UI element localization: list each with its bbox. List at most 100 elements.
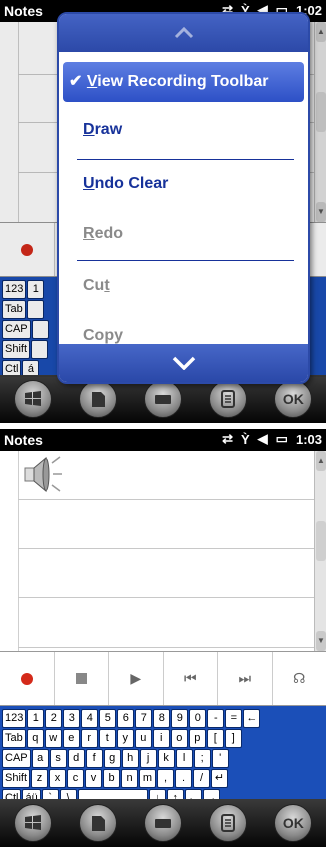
key[interactable]: p [188,729,206,748]
app-title: Notes [4,432,43,448]
key[interactable]: ' [211,749,229,768]
checkmark-icon: ✔ [69,73,83,90]
keyboard-icon [154,395,171,404]
menu-scroll-down[interactable] [59,344,308,382]
vertical-scrollbar[interactable]: ▲ ▼ [314,451,326,651]
key[interactable]: o [170,729,188,748]
key[interactable]: j [139,749,157,768]
key[interactable]: x [49,769,67,788]
key[interactable]: 123 [2,709,27,728]
keyboard-button[interactable] [143,804,182,842]
new-note-button[interactable] [78,380,117,418]
key[interactable]: h [121,749,139,768]
menu-icon [221,814,236,832]
skip-forward-button[interactable]: ⏭ [218,652,273,705]
chevron-down-icon [172,356,195,370]
ok-button[interactable]: OK [274,804,313,842]
key[interactable]: 2 [45,709,63,728]
menu-button[interactable] [209,804,248,842]
key[interactable]: ; [193,749,211,768]
key[interactable]: , [157,769,175,788]
play-button[interactable]: ▶ [109,652,164,705]
key[interactable]: c [67,769,85,788]
key-enter[interactable]: ↵ [211,769,229,788]
scroll-up-arrow[interactable]: ▲ [316,451,326,471]
windows-start-icon [24,391,41,406]
key[interactable]: 1 [27,709,45,728]
key[interactable]: k [157,749,175,768]
volume-icon: ☊ [293,670,306,686]
key[interactable]: g [103,749,121,768]
key[interactable]: . [175,769,193,788]
key[interactable]: 9 [171,709,189,728]
key[interactable]: 8 [153,709,171,728]
key[interactable]: r [80,729,98,748]
key[interactable]: z [31,769,49,788]
key[interactable]: u [134,729,152,748]
key[interactable]: e [62,729,80,748]
key[interactable]: 0 [189,709,207,728]
menu-scroll-up[interactable] [59,14,308,52]
key[interactable]: 6 [117,709,135,728]
scroll-thumb[interactable] [316,521,326,561]
stop-icon [75,673,87,684]
key[interactable]: 4 [81,709,99,728]
key[interactable]: ] [224,729,242,748]
key[interactable]: s [49,749,67,768]
key[interactable]: i [152,729,170,748]
menu-item-redo: Redo [83,225,124,242]
menu-item-view-recording-toolbar[interactable]: ✔ View Recording Toolbar [63,62,304,102]
screen-notes-normal: Notes ⇄ Ỳ ◀ ▭ 1:03 ▲ ▼ ▶ ⏮ ⏭ ☊ 123 1 2 3… [0,429,326,847]
key[interactable]: v [85,769,103,788]
key[interactable]: 5 [99,709,117,728]
no-signal-icon: Ỳ [241,431,250,447]
windows-start-button[interactable] [13,804,52,842]
key[interactable]: d [67,749,85,768]
skip-forward-icon: ⏭ [238,670,252,686]
keyboard-row: Shift z x c v b n m , . / ↵ [2,769,325,788]
scroll-down-arrow[interactable]: ▼ [316,631,326,651]
ok-button[interactable]: OK [274,380,313,418]
key[interactable]: y [116,729,134,748]
keyboard-row: 123 1 2 3 4 5 6 7 8 9 0 - = ← [2,709,325,728]
menu-icon [221,390,236,408]
keyboard-row: Tab q w e r t y u i o p [ ] [2,729,325,748]
key[interactable]: a [31,749,49,768]
skip-back-button[interactable]: ⏮ [164,652,218,705]
stop-button[interactable] [55,652,109,705]
volume-button[interactable]: ☊ [273,652,326,705]
menu-button[interactable] [209,380,248,418]
key[interactable]: 3 [63,709,81,728]
sync-icon: ⇄ [222,431,233,446]
key[interactable]: f [85,749,103,768]
windows-start-button[interactable] [13,380,52,418]
key[interactable]: n [121,769,139,788]
key-cap[interactable]: CAP [2,749,31,768]
key[interactable]: / [193,769,211,788]
key[interactable]: q [26,729,44,748]
voice-recording-speaker-icon[interactable] [22,455,62,495]
keyboard-button[interactable] [143,380,182,418]
key-backspace[interactable]: ← [243,709,261,728]
record-button[interactable] [0,652,55,705]
key[interactable]: = [225,709,243,728]
key-tab[interactable]: Tab [2,729,26,748]
key[interactable]: b [103,769,121,788]
play-icon: ▶ [130,670,142,686]
key[interactable]: [ [206,729,224,748]
note-canvas[interactable] [0,451,314,651]
key[interactable]: m [139,769,157,788]
new-note-icon [91,816,105,831]
key-shift[interactable]: Shift [2,769,31,788]
key[interactable]: 7 [135,709,153,728]
key[interactable]: - [207,709,225,728]
app-title: Notes [4,3,43,19]
clock[interactable]: 1:03 [296,432,322,447]
menu-item-undo-clear[interactable]: Undo Clear [59,164,308,204]
key[interactable]: t [98,729,116,748]
key[interactable]: l [175,749,193,768]
menu-item-draw[interactable]: Draw [59,110,308,150]
menu-separator [77,260,294,261]
key[interactable]: w [44,729,62,748]
new-note-button[interactable] [78,804,117,842]
